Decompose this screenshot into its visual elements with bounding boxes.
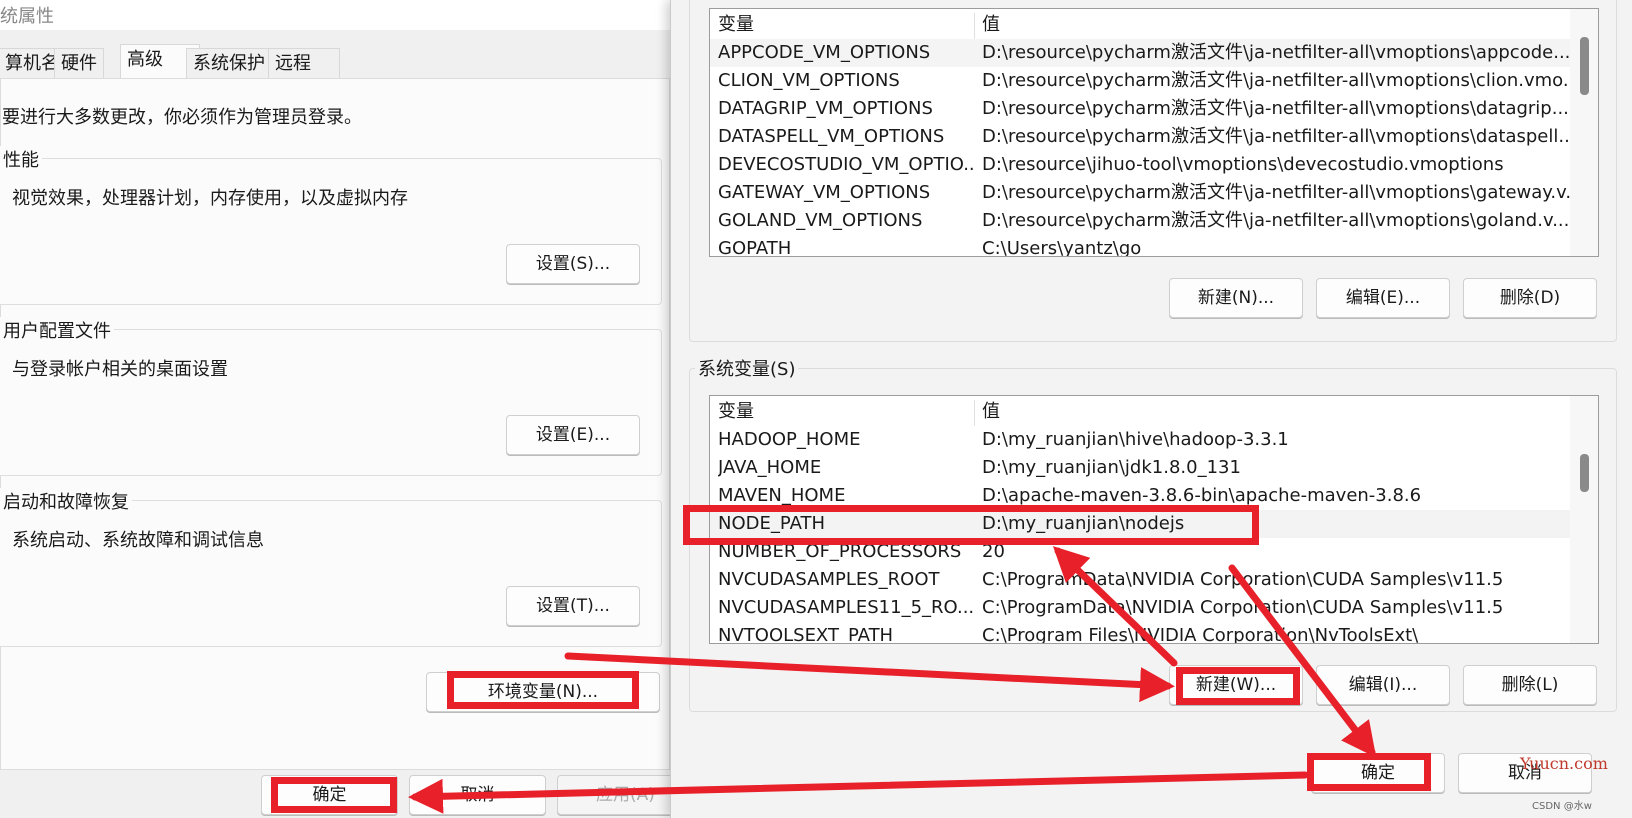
arrow-to-right-ok: [1228, 564, 1377, 758]
annotation-arrows: [408, 546, 1377, 814]
arrow-to-node-path: [1052, 546, 1178, 667]
arrow-to-left-ok: [408, 771, 1309, 814]
arrow-to-new-button: [564, 652, 1175, 703]
